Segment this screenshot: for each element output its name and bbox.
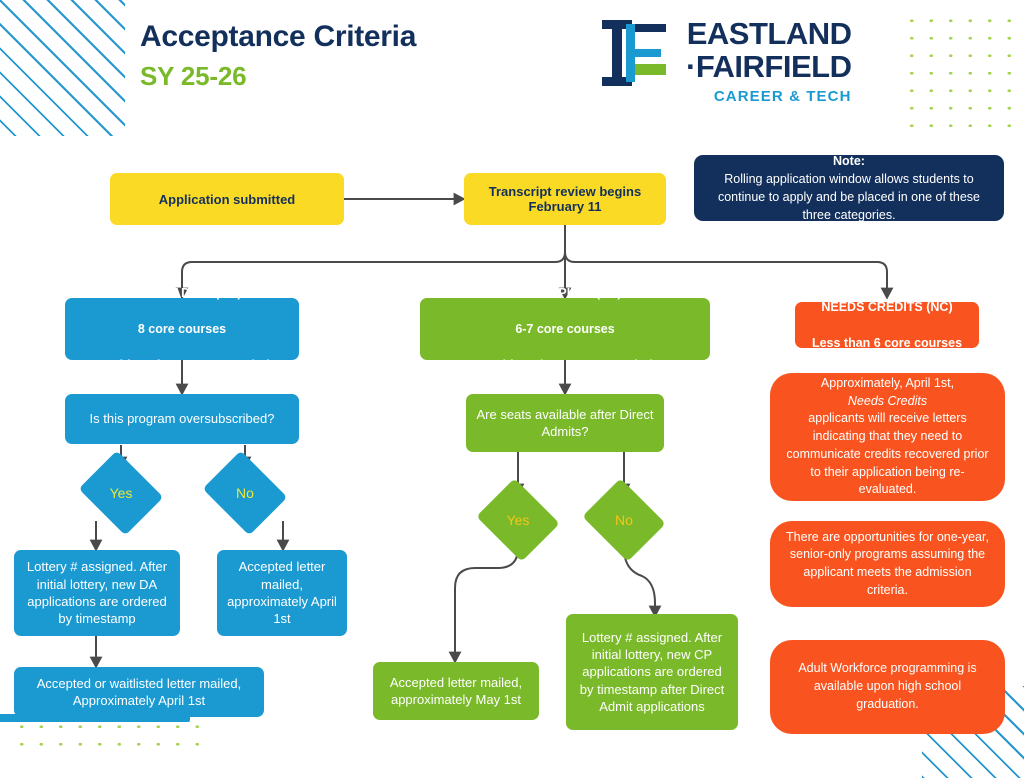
branch-heading: DIRECT ADMIT (DA)	[122, 285, 242, 300]
page-title-block: Acceptance Criteria SY 25-26	[140, 20, 416, 92]
node-label: Accepted letter mailed, approximately Ap…	[227, 559, 337, 627]
logo-wordmark: EASTLAND ·FAIRFIELD CAREER & TECH	[686, 18, 852, 104]
ef-monogram-icon	[602, 20, 666, 86]
node-cp-question: Are seats available after Direct Admits?	[466, 394, 664, 452]
node-direct-admit-header: DIRECT ADMIT (DA) 8 core courses Health …	[65, 286, 299, 372]
diamond-da-no: No	[202, 450, 288, 536]
node-da-yes-outcome: Lottery # assigned. After initial lotter…	[14, 550, 180, 636]
node-credit-plan-header: CREDIT PLAN (CP) 6-7 core courses Health…	[420, 286, 710, 372]
node-transcript-review: Transcript review begins February 11	[464, 173, 666, 225]
branch-note: Health and PE recommended	[95, 358, 269, 373]
info-card-senior-only-programs: There are opportunities for one-year, se…	[770, 521, 1005, 607]
info-text: There are opportunities for one-year, se…	[786, 529, 989, 597]
rolling-window-note: Note: Rolling application window allows …	[694, 153, 1004, 223]
branch-subheading: 8 core courses	[137, 321, 227, 336]
note-label: Note:	[833, 153, 865, 168]
node-da-no-outcome: Accepted letter mailed, approximately Ap…	[217, 550, 347, 636]
logo-line-1: EASTLAND	[686, 16, 852, 51]
infographic-canvas: Acceptance Criteria SY 25-26 EASTLAND ·F…	[0, 0, 1024, 778]
diamond-label: No	[615, 512, 633, 528]
info-text-pre: Approximately, April 1st,	[820, 375, 955, 390]
diamond-label: No	[236, 485, 254, 501]
info-card-needs-credits-letters: Approximately, April 1st, Needs Credits …	[770, 373, 1005, 501]
diamond-label: Yes	[506, 512, 530, 528]
branch-heading: CREDIT PLAN (CP)	[508, 285, 622, 300]
node-label: Accepted letter mailed, approximately Ma…	[389, 674, 523, 707]
node-needs-credits-header: NEEDS CREDITS (NC) Less than 6 core cour…	[795, 300, 979, 350]
page-subtitle: SY 25-26	[140, 60, 247, 91]
branch-subheading: Less than 6 core courses	[811, 336, 963, 351]
node-application-submitted: Application submitted	[110, 173, 344, 225]
node-da-question: Is this program oversubscribed?	[65, 394, 299, 444]
node-label: Is this program oversubscribed?	[89, 411, 275, 427]
logo-tagline: CAREER & TECH	[713, 88, 852, 105]
diagonal-lines-decoration-top-left	[0, 0, 125, 136]
node-cp-no-outcome: Lottery # assigned. After initial lotter…	[566, 614, 738, 730]
node-label: Are seats available after Direct Admits?	[476, 406, 654, 439]
info-text-post: applicants will receive letters indicati…	[786, 411, 989, 497]
node-cp-yes-outcome: Accepted letter mailed, approximately Ma…	[373, 662, 539, 720]
info-card-adult-workforce: Adult Workforce programming is available…	[770, 640, 1005, 734]
branch-heading: NEEDS CREDITS (NC)	[821, 299, 953, 314]
node-da-final-letter: Accepted or waitlisted letter mailed, Ap…	[14, 667, 264, 717]
node-label: Transcript review begins February 11	[488, 184, 642, 214]
node-label: Lottery # assigned. After initial lotter…	[26, 559, 168, 627]
node-label: Accepted or waitlisted letter mailed, Ap…	[36, 675, 242, 708]
diamond-da-yes: Yes	[78, 450, 164, 536]
organization-logo: EASTLAND ·FAIRFIELD CAREER & TECH	[600, 18, 852, 104]
branch-note: Health and PE recommended	[478, 358, 652, 373]
diamond-cp-no: No	[582, 478, 666, 562]
node-label: Lottery # assigned. After initial lotter…	[579, 629, 725, 714]
page-title: Acceptance Criteria	[140, 20, 417, 53]
node-label: Application submitted	[158, 191, 296, 207]
logo-line-2: ·FAIRFIELD	[686, 49, 852, 84]
note-text: Rolling application window allows studen…	[717, 171, 980, 223]
branch-subheading: 6-7 core courses	[515, 321, 615, 336]
diamond-label: Yes	[109, 485, 133, 501]
diamond-cp-yes: Yes	[476, 478, 560, 562]
info-text-italic: Needs Credits	[847, 393, 928, 408]
info-text: Adult Workforce programming is available…	[798, 661, 977, 711]
dot-grid-decoration-top-right	[898, 8, 1016, 136]
